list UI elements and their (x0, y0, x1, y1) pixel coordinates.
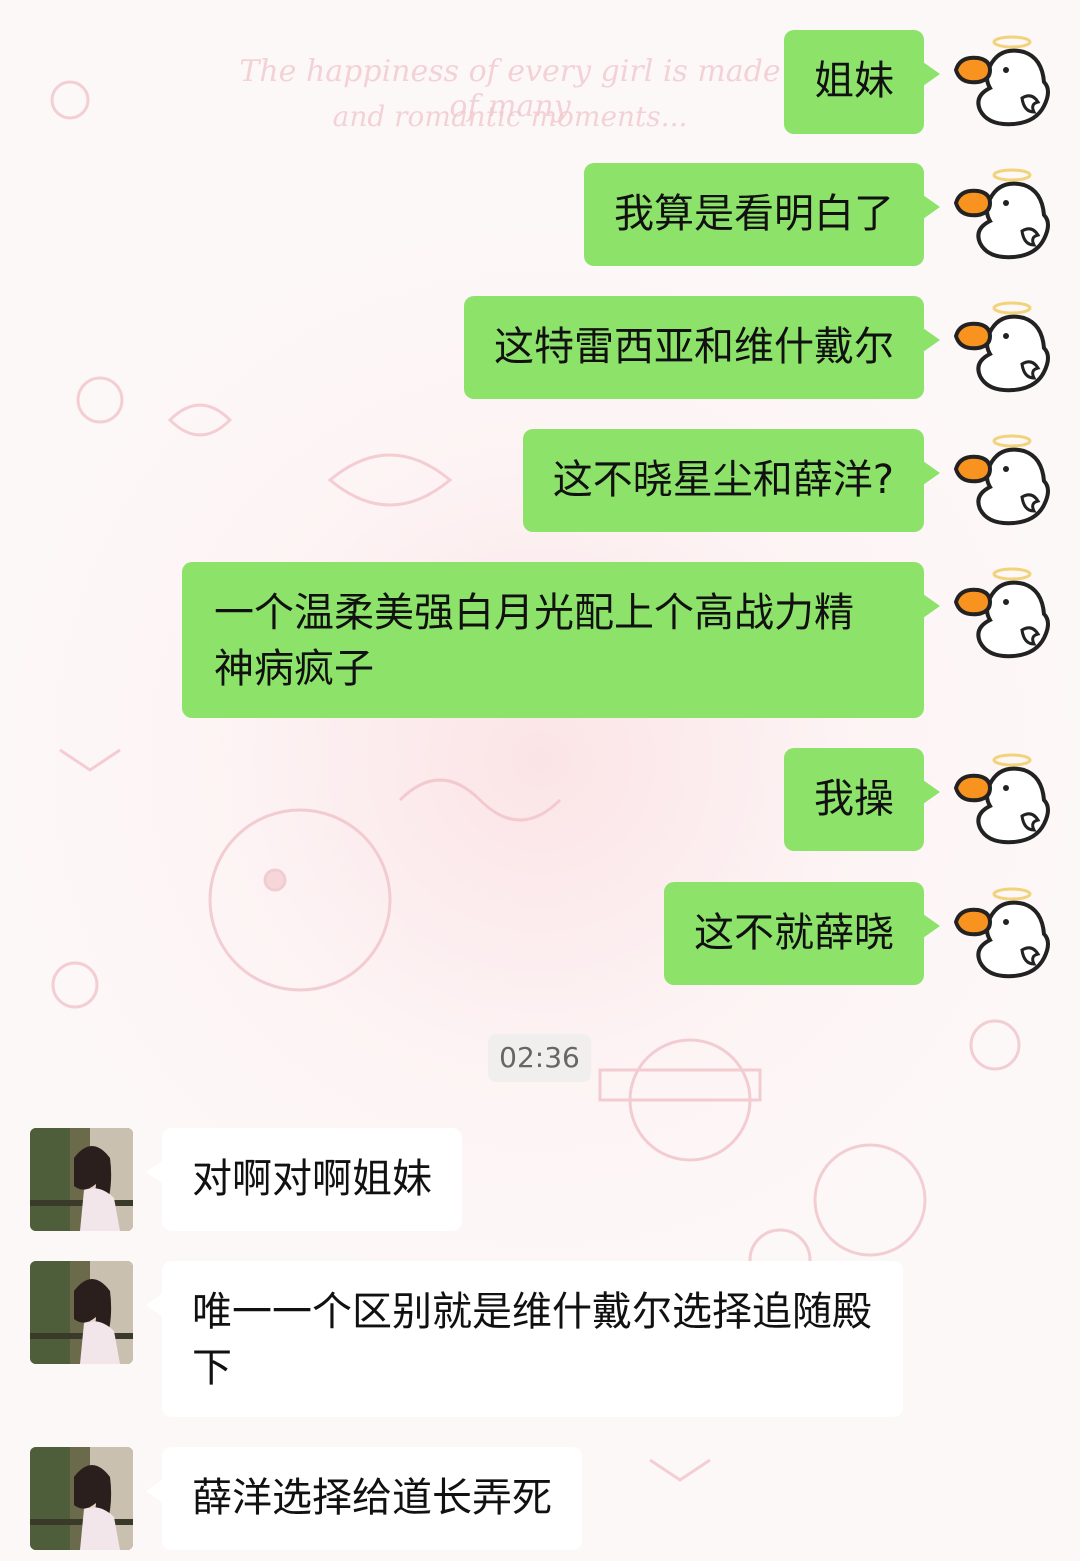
message-bubble[interactable]: 一个温柔美强白月光配上个高战力精神病疯子 (182, 562, 940, 718)
outgoing-message[interactable]: 一个温柔美强白月光配上个高战力精神病疯子 (0, 562, 1080, 718)
message-bubble[interactable]: 这不就薛晓 (664, 882, 940, 985)
outgoing-message[interactable]: 姐妹 (0, 30, 1080, 134)
outgoing-message[interactable]: 我算是看明白了 (0, 163, 1080, 267)
message-timestamp: 02:36 (488, 1034, 591, 1082)
outgoing-message[interactable]: 这特雷西亚和维什戴尔 (0, 296, 1080, 400)
contact-avatar[interactable] (30, 1261, 133, 1364)
message-bubble[interactable]: 这特雷西亚和维什戴尔 (464, 296, 940, 399)
message-bubble[interactable]: 我算是看明白了 (584, 163, 940, 266)
message-bubble[interactable]: 对啊对啊姐妹 (146, 1128, 462, 1231)
contact-photo (30, 1447, 133, 1550)
message-bubble[interactable]: 这不晓星尘和薛洋? (522, 429, 941, 532)
message-bubble[interactable]: 唯一一个区别就是维什戴尔选择追随殿下 (146, 1261, 903, 1417)
contact-avatar[interactable] (30, 1128, 133, 1231)
outgoing-message[interactable]: 这不晓星尘和薛洋? (0, 429, 1080, 533)
angel-duck-icon[interactable] (950, 562, 1054, 666)
angel-duck-icon[interactable] (950, 296, 1054, 400)
contact-avatar[interactable] (30, 1447, 133, 1550)
angel-duck-icon[interactable] (950, 163, 1054, 267)
message-bubble[interactable]: 我操 (784, 748, 940, 851)
contact-photo (30, 1128, 133, 1231)
angel-duck-icon[interactable] (950, 748, 1054, 852)
contact-photo (30, 1261, 133, 1364)
outgoing-message[interactable]: 我操 (0, 748, 1080, 852)
outgoing-message[interactable]: 这不就薛晓 (0, 882, 1080, 986)
angel-duck-icon[interactable] (950, 30, 1054, 134)
angel-duck-icon[interactable] (950, 429, 1054, 533)
message-bubble[interactable]: 薛洋选择给道长弄死 (146, 1447, 582, 1550)
angel-duck-icon[interactable] (950, 882, 1054, 986)
message-bubble[interactable]: 姐妹 (784, 30, 940, 134)
